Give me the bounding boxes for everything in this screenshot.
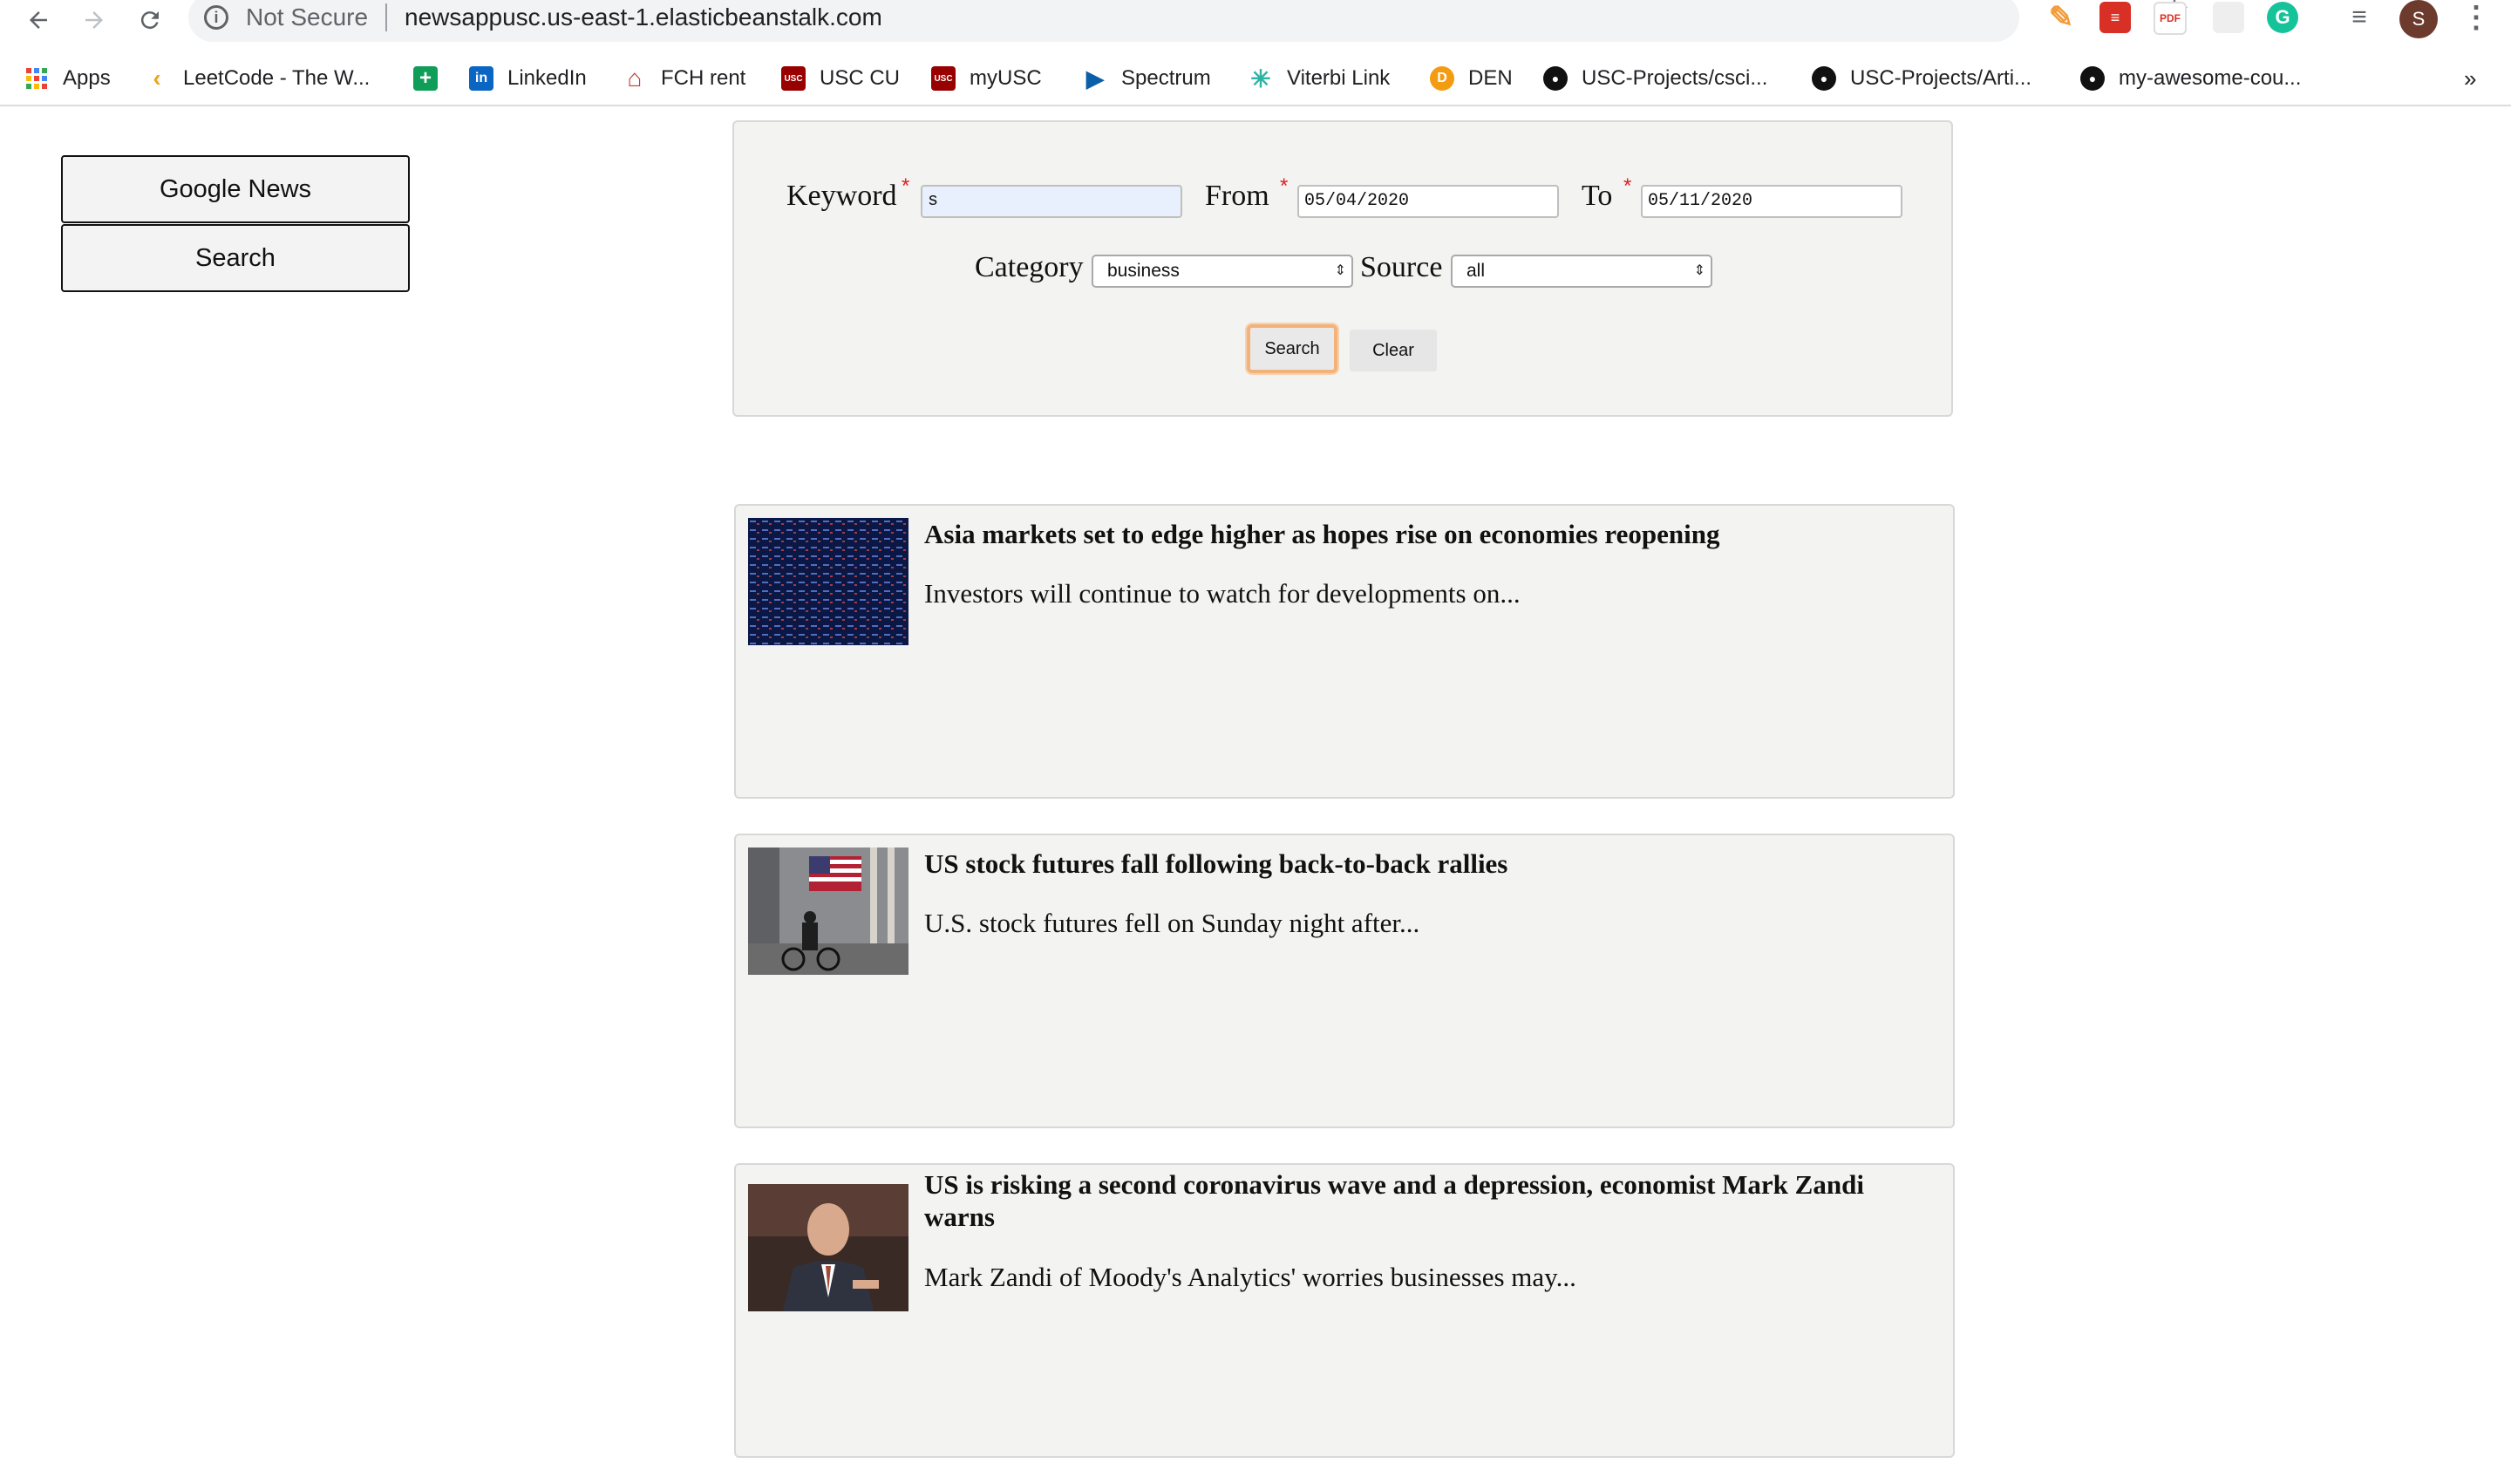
keyword-input[interactable]: s: [921, 185, 1182, 218]
category-label: Category: [975, 251, 1084, 283]
clear-button[interactable]: Clear: [1350, 330, 1437, 371]
category-value: business: [1107, 261, 1180, 281]
article-title[interactable]: Asia markets set to edge higher as hopes…: [924, 518, 1927, 550]
article-card[interactable]: US stock futures fall following back-to-…: [734, 834, 1955, 1128]
source-value: all: [1466, 261, 1486, 281]
security-label: Not Secure: [246, 3, 369, 31]
article-title[interactable]: US is risking a second coronavirus wave …: [924, 1168, 1927, 1233]
select-arrows-icon: ⇕: [1693, 263, 1705, 278]
to-date-input[interactable]: 05/11/2020: [1641, 185, 1902, 218]
address-bar[interactable]: i Not Secure newsappusc.us-east-1.elasti…: [188, 0, 2190, 42]
viterbi-icon: ✳: [1250, 65, 1271, 92]
reload-icon[interactable]: [126, 2, 174, 38]
bookmark-usc-cu[interactable]: USC USC CU: [781, 58, 900, 99]
pencil-extension-icon[interactable]: ✎: [2045, 1, 2077, 34]
bookmark-label: my-awesome-cou...: [2119, 66, 2302, 90]
article-card[interactable]: Asia markets set to edge higher as hopes…: [734, 504, 1955, 799]
select-arrows-icon: ⇕: [1334, 263, 1346, 278]
info-icon[interactable]: i: [204, 5, 228, 30]
bookmark-fch-rent[interactable]: ⌂ FCH rent: [623, 58, 746, 99]
grammarly-extension-icon[interactable]: G: [2267, 2, 2298, 33]
from-date-input[interactable]: 05/04/2020: [1297, 185, 1559, 218]
category-select[interactable]: business ⇕: [1092, 255, 1353, 288]
article-description: U.S. stock futures fell on Sunday night …: [924, 908, 1420, 938]
source-select[interactable]: all ⇕: [1451, 255, 1712, 288]
article-thumbnail: [748, 848, 908, 975]
leetcode-icon: ‹: [153, 65, 161, 92]
bookmark-github-awesome[interactable]: ● my-awesome-cou...: [2080, 58, 2301, 99]
article-thumbnail: [748, 518, 908, 645]
bookmark-label: FCH rent: [661, 66, 746, 90]
bookmark-label: USC-Projects/csci...: [1582, 66, 1768, 90]
bookmark-spectrum[interactable]: ▶ Spectrum: [1083, 58, 1211, 99]
den-icon: D: [1430, 66, 1454, 91]
bookmark-github-arti[interactable]: ● USC-Projects/Arti...: [1812, 58, 2031, 99]
menu-dots-icon[interactable]: ⋮: [2460, 1, 2492, 34]
article-thumbnail: [748, 1184, 908, 1311]
bookmark-label: LinkedIn: [507, 66, 587, 90]
bookmark-linkedin[interactable]: in LinkedIn: [469, 58, 587, 99]
profile-avatar[interactable]: S: [2399, 0, 2438, 38]
search-button[interactable]: Search: [1247, 324, 1337, 373]
keyword-label: Keyword: [786, 180, 897, 212]
required-mark: *: [1280, 174, 1289, 198]
from-label: From: [1205, 180, 1269, 212]
pdf-extension-icon[interactable]: PDF: [2154, 2, 2187, 35]
bookmark-label: Viterbi Link: [1287, 66, 1391, 90]
google-sheets-icon: +: [413, 66, 438, 91]
linkedin-icon: in: [469, 66, 493, 91]
bookmark-apps[interactable]: Apps: [24, 58, 111, 99]
article-title[interactable]: US stock futures fall following back-to-…: [924, 848, 1927, 880]
media-control-icon[interactable]: ≡: [2344, 2, 2375, 33]
back-arrow-icon[interactable]: [14, 2, 63, 38]
play-icon: ▶: [1086, 65, 1104, 92]
bookmark-label: myUSC: [970, 66, 1042, 90]
usc-cu-icon: USC: [781, 66, 806, 91]
bookmark-leetcode[interactable]: ‹ LeetCode - The W...: [145, 58, 370, 99]
bookmark-label: USC CU: [820, 66, 901, 90]
to-label: To: [1582, 180, 1613, 212]
bookmark-label: DEN: [1468, 66, 1513, 90]
article-description: Mark Zandi of Moody's Analytics' worries…: [924, 1262, 1576, 1292]
article-description: Investors will continue to watch for dev…: [924, 578, 1521, 609]
browser-toolbar: i Not Secure newsappusc.us-east-1.elasti…: [0, 0, 2511, 106]
github-icon: ●: [2080, 66, 2105, 91]
required-mark: *: [1623, 174, 1632, 198]
search-form: Keyword * s From * 05/04/2020 To * 05/11…: [732, 120, 1953, 417]
more-bookmarks-chevron-icon[interactable]: »: [2464, 58, 2476, 99]
bookmark-viterbi-link[interactable]: ✳ Viterbi Link: [1249, 58, 1390, 99]
todoist-extension-icon[interactable]: ≡: [2099, 2, 2131, 33]
bookmark-label: Apps: [63, 66, 111, 90]
bookmark-den[interactable]: D DEN: [1430, 58, 1513, 99]
bookmark-label: USC-Projects/Arti...: [1850, 66, 2032, 90]
google-news-button[interactable]: Google News: [61, 155, 410, 223]
usc-icon: USC: [931, 66, 956, 91]
source-label: Source: [1360, 251, 1443, 283]
url-divider: [385, 3, 387, 31]
search-nav-button[interactable]: Search: [61, 224, 410, 292]
required-mark: *: [902, 174, 910, 198]
forward-arrow-icon[interactable]: [70, 2, 119, 38]
github-icon: ●: [1543, 66, 1568, 91]
url-text[interactable]: newsappusc.us-east-1.elasticbeanstalk.co…: [405, 0, 882, 37]
apps-grid-icon: [24, 66, 49, 91]
bookmark-github-csci[interactable]: ● USC-Projects/csci...: [1543, 58, 1767, 99]
bookmark-sheets[interactable]: +: [413, 58, 452, 99]
article-card[interactable]: US is risking a second coronavirus wave …: [734, 1163, 1955, 1458]
github-icon: ●: [1812, 66, 1836, 91]
bookmark-label: LeetCode - The W...: [183, 66, 371, 90]
bookmark-myusc[interactable]: USC myUSC: [931, 58, 1042, 99]
bookmark-label: Spectrum: [1121, 66, 1211, 90]
blank-extension-icon[interactable]: [2213, 2, 2244, 33]
house-icon: ⌂: [627, 65, 643, 92]
bookmarks-bar: Apps ‹ LeetCode - The W... + in LinkedIn…: [0, 58, 2511, 99]
